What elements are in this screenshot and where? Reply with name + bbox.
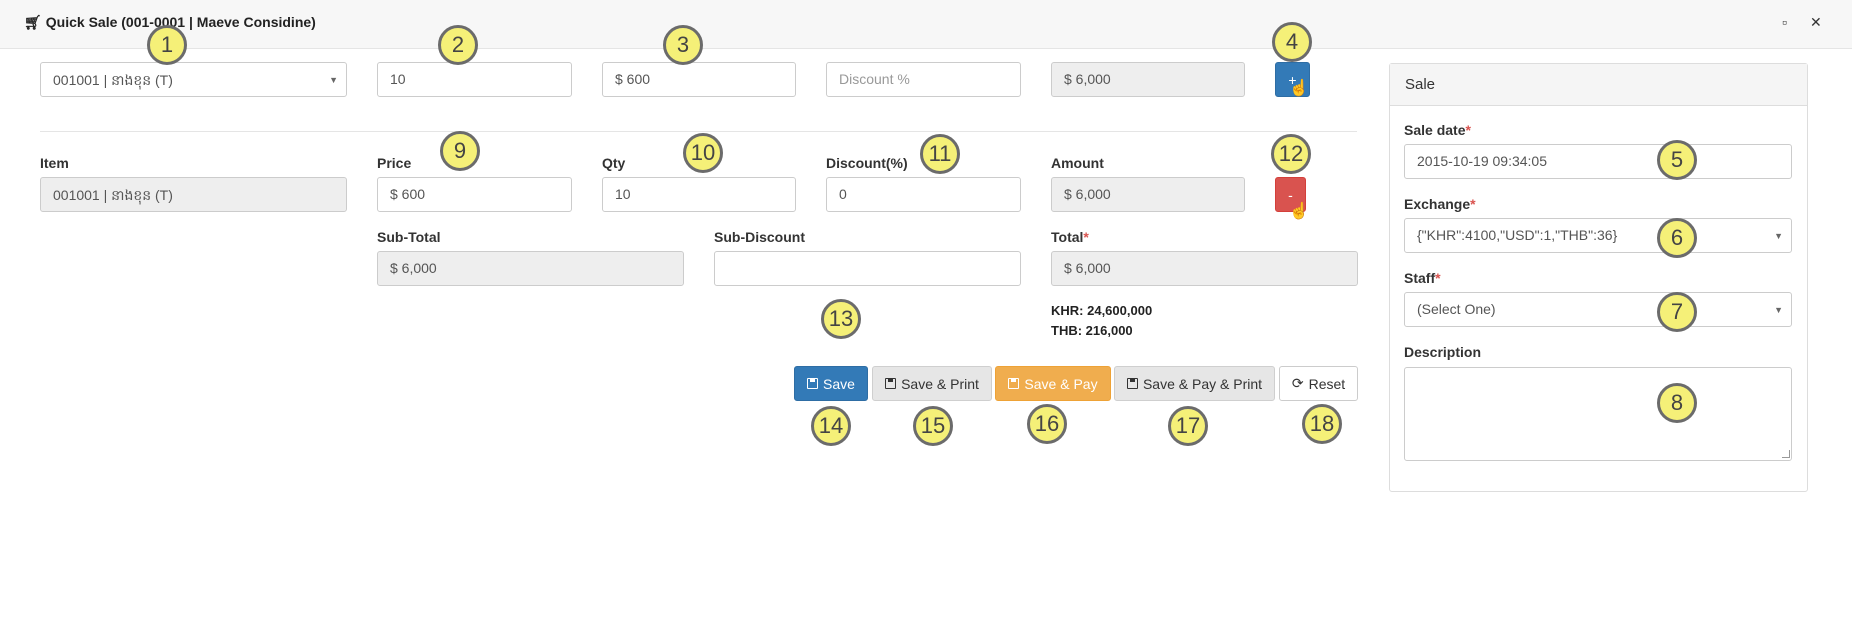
item-select[interactable]: 001001 | នាងខុន (T) ▼	[40, 62, 347, 97]
line-discount-input[interactable]: 0	[826, 177, 1021, 212]
annotation-badge: 14	[811, 406, 851, 446]
entry-price-input[interactable]: $ 600	[602, 62, 796, 97]
line-qty-input[interactable]: 10	[602, 177, 796, 212]
divider	[40, 131, 1357, 132]
resize-grip-icon[interactable]	[1782, 450, 1790, 458]
entry-qty-input[interactable]: 10	[377, 62, 572, 97]
annotation-badge: 4	[1272, 22, 1312, 62]
hand-cursor-icon: ☝	[1289, 203, 1309, 220]
annotation-badge: 11	[920, 134, 960, 174]
close-window-button[interactable]: ✕	[1810, 14, 1822, 31]
sale-panel: Sale Sale date* 2015-10-19 09:34:05 Exch…	[1389, 63, 1808, 492]
annotation-badge: 18	[1302, 404, 1342, 444]
subtotal-label: Sub-Total	[377, 229, 441, 245]
exchange-label: Exchange*	[1404, 196, 1476, 212]
chevron-down-icon: ▼	[329, 75, 338, 85]
amount-label: Amount	[1051, 155, 1104, 171]
save-button[interactable]: Save	[794, 366, 868, 401]
required-mark: *	[1435, 270, 1441, 286]
annotation-badge: 15	[913, 406, 953, 446]
sale-date-label: Sale date*	[1404, 122, 1471, 138]
save-pay-button-label: Save & Pay	[1024, 375, 1098, 392]
entry-amount-field: $ 6,000	[1051, 62, 1245, 97]
floppy-disk-icon	[885, 378, 897, 389]
chevron-down-icon: ▼	[1774, 305, 1783, 315]
total-field: $ 6,000	[1051, 251, 1358, 286]
sale-panel-heading: Sale	[1390, 64, 1807, 106]
required-mark: *	[1470, 196, 1476, 212]
annotation-badge: 12	[1271, 134, 1311, 174]
annotation-badge: 1	[147, 25, 187, 65]
save-print-button-label: Save & Print	[901, 375, 979, 392]
qty-label: Qty	[602, 155, 626, 171]
reset-button-label: Reset	[1308, 375, 1346, 392]
annotation-badge: 8	[1657, 383, 1697, 423]
annotation-badge: 16	[1027, 404, 1067, 444]
save-pay-print-button[interactable]: Save & Pay & Print	[1114, 366, 1275, 401]
item-label: Item	[40, 155, 69, 171]
entry-discount-input[interactable]: Discount %	[826, 62, 1021, 97]
line-price-input[interactable]: $ 600	[377, 177, 572, 212]
annotation-badge: 2	[438, 25, 478, 65]
subdiscount-label: Sub-Discount	[714, 229, 805, 245]
shopping-cart-icon: 🛒︎	[24, 14, 42, 30]
required-mark: *	[1465, 122, 1471, 138]
window-titlebar: 🛒︎ Quick Sale (001-0001 | Maeve Considine…	[0, 0, 1852, 49]
annotation-badge: 10	[683, 133, 723, 173]
khr-total-text: KHR: 24,600,000	[1051, 303, 1153, 318]
sale-date-label-text: Sale date	[1404, 122, 1466, 138]
refresh-icon: ⟳	[1291, 375, 1304, 391]
annotation-badge: 5	[1657, 140, 1697, 180]
save-print-button[interactable]: Save & Print	[872, 366, 992, 401]
annotation-badge: 7	[1657, 292, 1697, 332]
exchange-select-value: {"KHR":4100,"USD":1,"THB":36}	[1417, 227, 1618, 243]
exchange-select[interactable]: {"KHR":4100,"USD":1,"THB":36} ▼	[1404, 218, 1792, 253]
staff-select[interactable]: (Select One) ▼	[1404, 292, 1792, 327]
reset-button[interactable]: ⟳ Reset	[1279, 366, 1358, 401]
chevron-down-icon: ▼	[1774, 231, 1783, 241]
item-select-value: 001001 | នាងខុន (T)	[53, 72, 173, 88]
price-label: Price	[377, 155, 412, 171]
hand-cursor-icon: ☝	[1289, 80, 1309, 97]
annotation-badge: 9	[440, 131, 480, 171]
subtotal-field: $ 6,000	[377, 251, 684, 286]
staff-label: Staff*	[1404, 270, 1441, 286]
floppy-disk-icon	[807, 378, 819, 389]
description-textarea[interactable]	[1404, 367, 1792, 461]
annotation-badge: 3	[663, 25, 703, 65]
thb-total-text: THB: 216,000	[1051, 323, 1133, 338]
restore-window-button[interactable]: ▫	[1782, 14, 1787, 30]
floppy-disk-icon	[1126, 378, 1138, 389]
staff-select-value: (Select One)	[1417, 301, 1496, 317]
window-title-text: Quick Sale (001-0001 | Maeve Considine)	[45, 14, 316, 30]
discount-label: Discount(%)	[826, 155, 908, 171]
description-label: Description	[1404, 344, 1482, 360]
annotation-badge: 13	[821, 299, 861, 339]
annotation-badge: 6	[1657, 218, 1697, 258]
save-button-label: Save	[823, 375, 855, 392]
save-pay-button[interactable]: Save & Pay	[995, 366, 1111, 401]
total-label: Total*	[1051, 229, 1089, 245]
line-amount-field: $ 6,000	[1051, 177, 1245, 212]
save-pay-print-button-label: Save & Pay & Print	[1142, 375, 1263, 392]
staff-label-text: Staff	[1404, 270, 1436, 286]
subdiscount-input[interactable]	[714, 251, 1021, 286]
required-mark: *	[1083, 229, 1089, 245]
exchange-label-text: Exchange	[1404, 196, 1471, 212]
floppy-disk-icon	[1008, 378, 1020, 389]
line-item-field: 001001 | នាងខុន (T)	[40, 177, 347, 212]
sale-date-input[interactable]: 2015-10-19 09:34:05	[1404, 144, 1792, 179]
annotation-badge: 17	[1168, 406, 1208, 446]
total-label-text: Total	[1051, 229, 1084, 245]
